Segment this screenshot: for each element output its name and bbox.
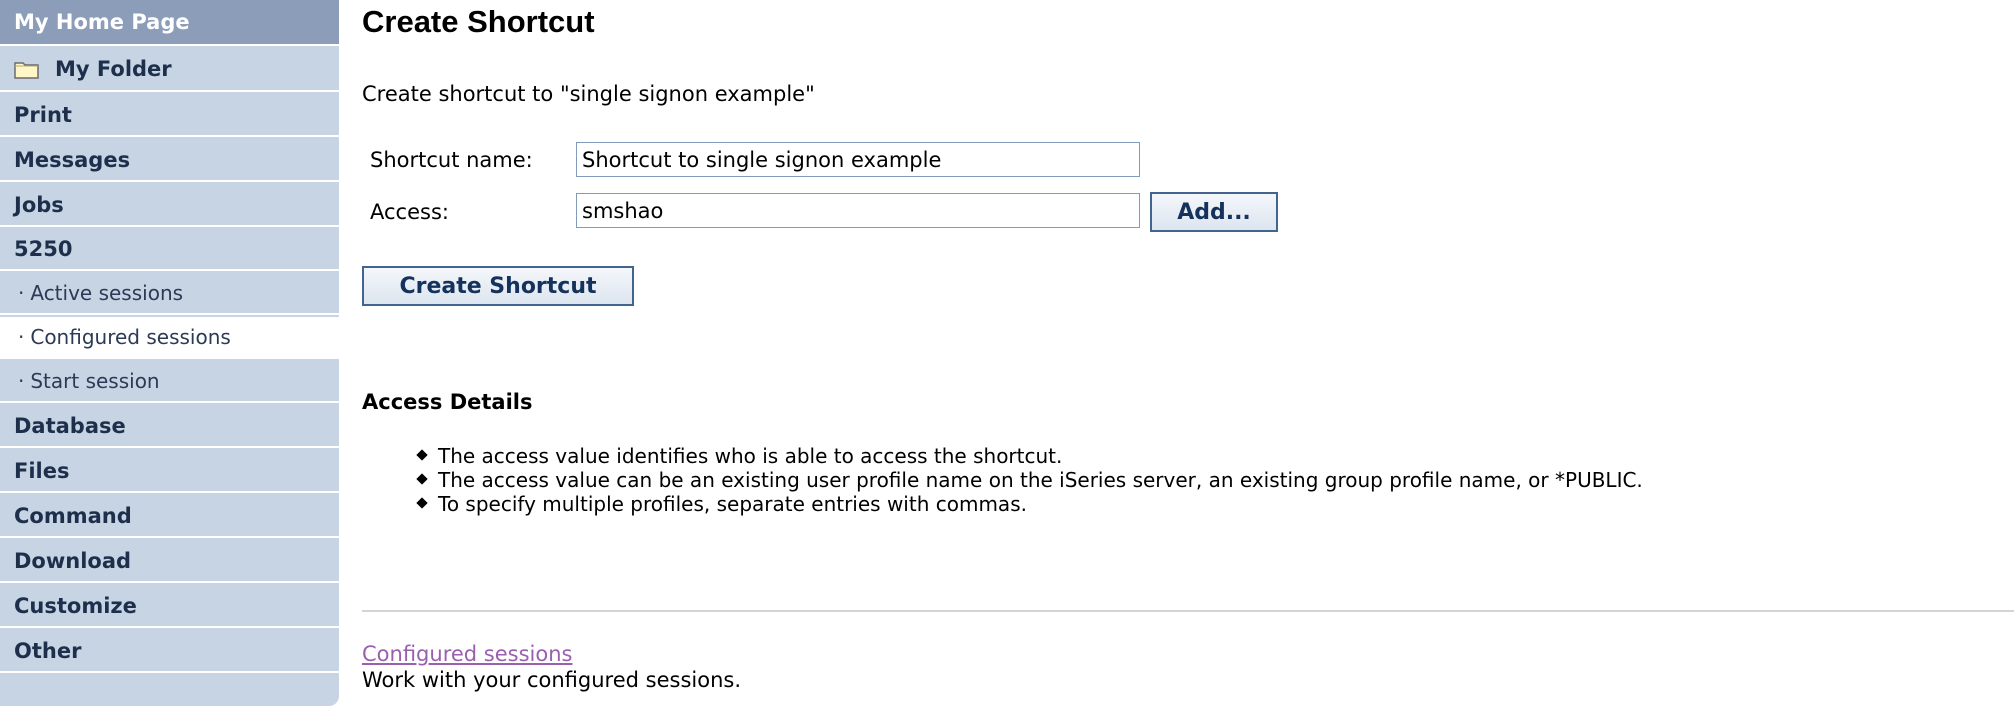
access-details-list: The access value identifies who is able … xyxy=(416,444,1643,516)
sidebar-item-my-home-page[interactable]: My Home Page xyxy=(0,0,339,46)
shortcut-name-input[interactable] xyxy=(576,142,1140,177)
sidebar-item-my-folder[interactable]: My Folder xyxy=(0,48,339,92)
sidebar-item-label: Jobs xyxy=(14,192,64,217)
folder-icon xyxy=(14,60,39,79)
list-item: To specify multiple profiles, separate e… xyxy=(416,492,1643,516)
sidebar-item-label: Configured sessions xyxy=(30,325,231,349)
page-title: Create Shortcut xyxy=(362,4,595,39)
access-label: Access: xyxy=(370,200,449,224)
sidebar-item-label: Database xyxy=(14,413,126,438)
main-content: Create Shortcut Create shortcut to "sing… xyxy=(362,0,2014,706)
sidebar-item-messages[interactable]: Messages xyxy=(0,139,339,182)
sidebar-item-label: Print xyxy=(14,102,72,127)
sidebar-item-customize[interactable]: Customize xyxy=(0,585,339,628)
list-item: The access value identifies who is able … xyxy=(416,444,1643,468)
bullet-dot: · xyxy=(18,281,25,305)
page: My Home Page My Folder Print Messages Jo… xyxy=(0,0,2014,706)
sidebar-subitem-active-sessions[interactable]: · Active sessions xyxy=(0,273,339,315)
sidebar-item-command[interactable]: Command xyxy=(0,495,339,538)
sidebar-subitem-configured-sessions[interactable]: · Configured sessions xyxy=(0,317,339,359)
bullet-dot: · xyxy=(18,369,25,393)
sidebar-item-label: Other xyxy=(14,638,82,663)
sidebar-item-label: Command xyxy=(14,503,132,528)
diamond-bullet-icon xyxy=(416,497,428,509)
sidebar-item-label: My Home Page xyxy=(14,10,190,34)
sidebar-item-label: 5250 xyxy=(14,237,73,261)
sidebar-item-jobs[interactable]: Jobs xyxy=(0,184,339,227)
sidebar-item-label: Files xyxy=(14,458,70,483)
sidebar-item-label: Start session xyxy=(30,369,160,393)
configured-sessions-link[interactable]: Configured sessions xyxy=(362,642,572,666)
sidebar-item-label: Active sessions xyxy=(30,281,184,305)
sidebar-item-print[interactable]: Print xyxy=(0,94,339,137)
sidebar: My Home Page My Folder Print Messages Jo… xyxy=(0,0,339,706)
add-button[interactable]: Add... xyxy=(1150,192,1278,232)
sidebar-item-label: Customize xyxy=(14,593,137,618)
list-item: The access value can be an existing user… xyxy=(416,468,1643,492)
diamond-bullet-icon xyxy=(416,449,428,461)
list-item-text: The access value can be an existing user… xyxy=(438,468,1643,492)
sidebar-item-label: Messages xyxy=(14,147,131,172)
intro-text: Create shortcut to "single signon exampl… xyxy=(362,82,815,106)
sidebar-item-5250[interactable]: 5250 xyxy=(0,229,339,271)
footer-description: Work with your configured sessions. xyxy=(362,668,741,692)
list-item-text: The access value identifies who is able … xyxy=(438,444,1063,468)
sidebar-item-database[interactable]: Database xyxy=(0,405,339,448)
access-input[interactable] xyxy=(576,193,1140,228)
list-item-text: To specify multiple profiles, separate e… xyxy=(438,492,1027,516)
sidebar-item-other[interactable]: Other xyxy=(0,630,339,673)
bullet-dot: · xyxy=(18,325,25,349)
access-details-heading: Access Details xyxy=(362,390,533,414)
divider xyxy=(362,610,2014,612)
sidebar-item-download[interactable]: Download xyxy=(0,540,339,583)
sidebar-item-label: My Folder xyxy=(55,57,172,81)
sidebar-item-files[interactable]: Files xyxy=(0,450,339,493)
sidebar-item-label: Download xyxy=(14,548,132,573)
shortcut-name-label: Shortcut name: xyxy=(370,148,533,172)
sidebar-subitem-start-session[interactable]: · Start session xyxy=(0,361,339,403)
create-shortcut-button[interactable]: Create Shortcut xyxy=(362,266,634,306)
diamond-bullet-icon xyxy=(416,473,428,485)
